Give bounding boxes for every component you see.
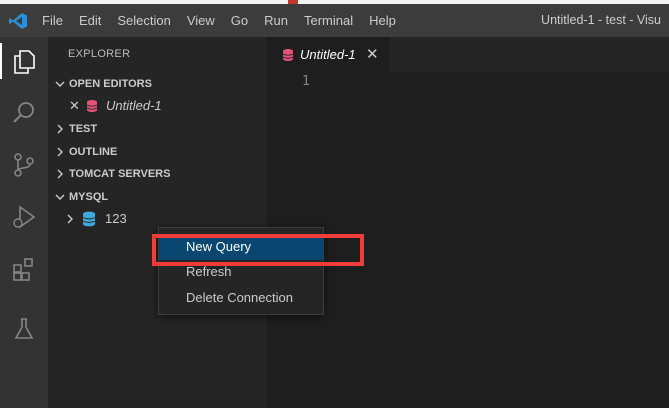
section-label: OUTLINE bbox=[69, 146, 118, 158]
activity-bar bbox=[0, 37, 48, 408]
open-editor-label: Untitled-1 bbox=[106, 98, 162, 113]
line-number: 1 bbox=[302, 74, 310, 89]
menu-run[interactable]: Run bbox=[256, 4, 296, 37]
section-label: OPEN EDITORS bbox=[69, 78, 152, 90]
menu-edit[interactable]: Edit bbox=[71, 4, 109, 37]
chevron-right-icon bbox=[57, 147, 63, 157]
menu-selection[interactable]: Selection bbox=[109, 4, 178, 37]
database-file-icon bbox=[282, 49, 294, 61]
menu-item-delete-connection[interactable]: Delete Connection bbox=[159, 285, 323, 311]
chevron-right-icon bbox=[67, 214, 73, 224]
active-indicator bbox=[0, 43, 2, 79]
tab-label: Untitled-1 bbox=[300, 47, 356, 62]
database-file-icon bbox=[86, 100, 98, 112]
tab-untitled-1[interactable]: Untitled-1 ✕ bbox=[266, 37, 390, 72]
title-bar: File Edit Selection View Go Run Terminal… bbox=[0, 4, 669, 37]
section-test[interactable]: TEST bbox=[48, 118, 266, 140]
chevron-down-icon bbox=[55, 194, 65, 200]
database-icon bbox=[82, 211, 96, 227]
chevron-right-icon bbox=[57, 169, 63, 179]
menu-bar: File Edit Selection View Go Run Terminal… bbox=[34, 4, 404, 37]
menu-terminal[interactable]: Terminal bbox=[296, 4, 361, 37]
section-outline[interactable]: OUTLINE bbox=[48, 141, 266, 163]
extensions-icon[interactable] bbox=[10, 255, 38, 283]
connection-label: 123 bbox=[105, 211, 127, 226]
menu-file[interactable]: File bbox=[34, 4, 71, 37]
section-label: TEST bbox=[69, 123, 98, 135]
section-open-editors[interactable]: OPEN EDITORS bbox=[48, 73, 266, 95]
explorer-sidebar: EXPLORER OPEN EDITORS ✕ Untitled-1 TEST … bbox=[48, 37, 266, 408]
menu-view[interactable]: View bbox=[179, 4, 223, 37]
search-icon[interactable] bbox=[10, 99, 38, 127]
section-label: TOMCAT SERVERS bbox=[69, 168, 171, 180]
window-title: Untitled-1 - test - Visu bbox=[541, 13, 661, 27]
section-mysql[interactable]: MYSQL bbox=[48, 186, 266, 208]
close-icon[interactable]: ✕ bbox=[366, 37, 379, 72]
menu-go[interactable]: Go bbox=[223, 4, 256, 37]
chevron-right-icon bbox=[57, 124, 63, 134]
run-debug-icon[interactable] bbox=[10, 203, 38, 231]
explorer-icon[interactable] bbox=[10, 47, 38, 75]
vscode-logo-icon bbox=[9, 13, 27, 29]
highlight-annotation-box bbox=[152, 234, 364, 266]
testing-flask-icon[interactable] bbox=[10, 315, 38, 343]
editor-tabs-bar: Untitled-1 ✕ bbox=[266, 37, 669, 72]
section-label: MYSQL bbox=[69, 191, 109, 203]
sidebar-title: EXPLORER bbox=[68, 48, 131, 60]
chevron-down-icon bbox=[55, 81, 65, 87]
open-editor-item[interactable]: ✕ Untitled-1 bbox=[48, 95, 266, 117]
menu-item-label: Delete Connection bbox=[186, 290, 293, 305]
close-icon[interactable]: ✕ bbox=[69, 95, 80, 117]
menu-help[interactable]: Help bbox=[361, 4, 404, 37]
source-control-icon[interactable] bbox=[10, 151, 38, 179]
section-tomcat-servers[interactable]: TOMCAT SERVERS bbox=[48, 163, 266, 185]
